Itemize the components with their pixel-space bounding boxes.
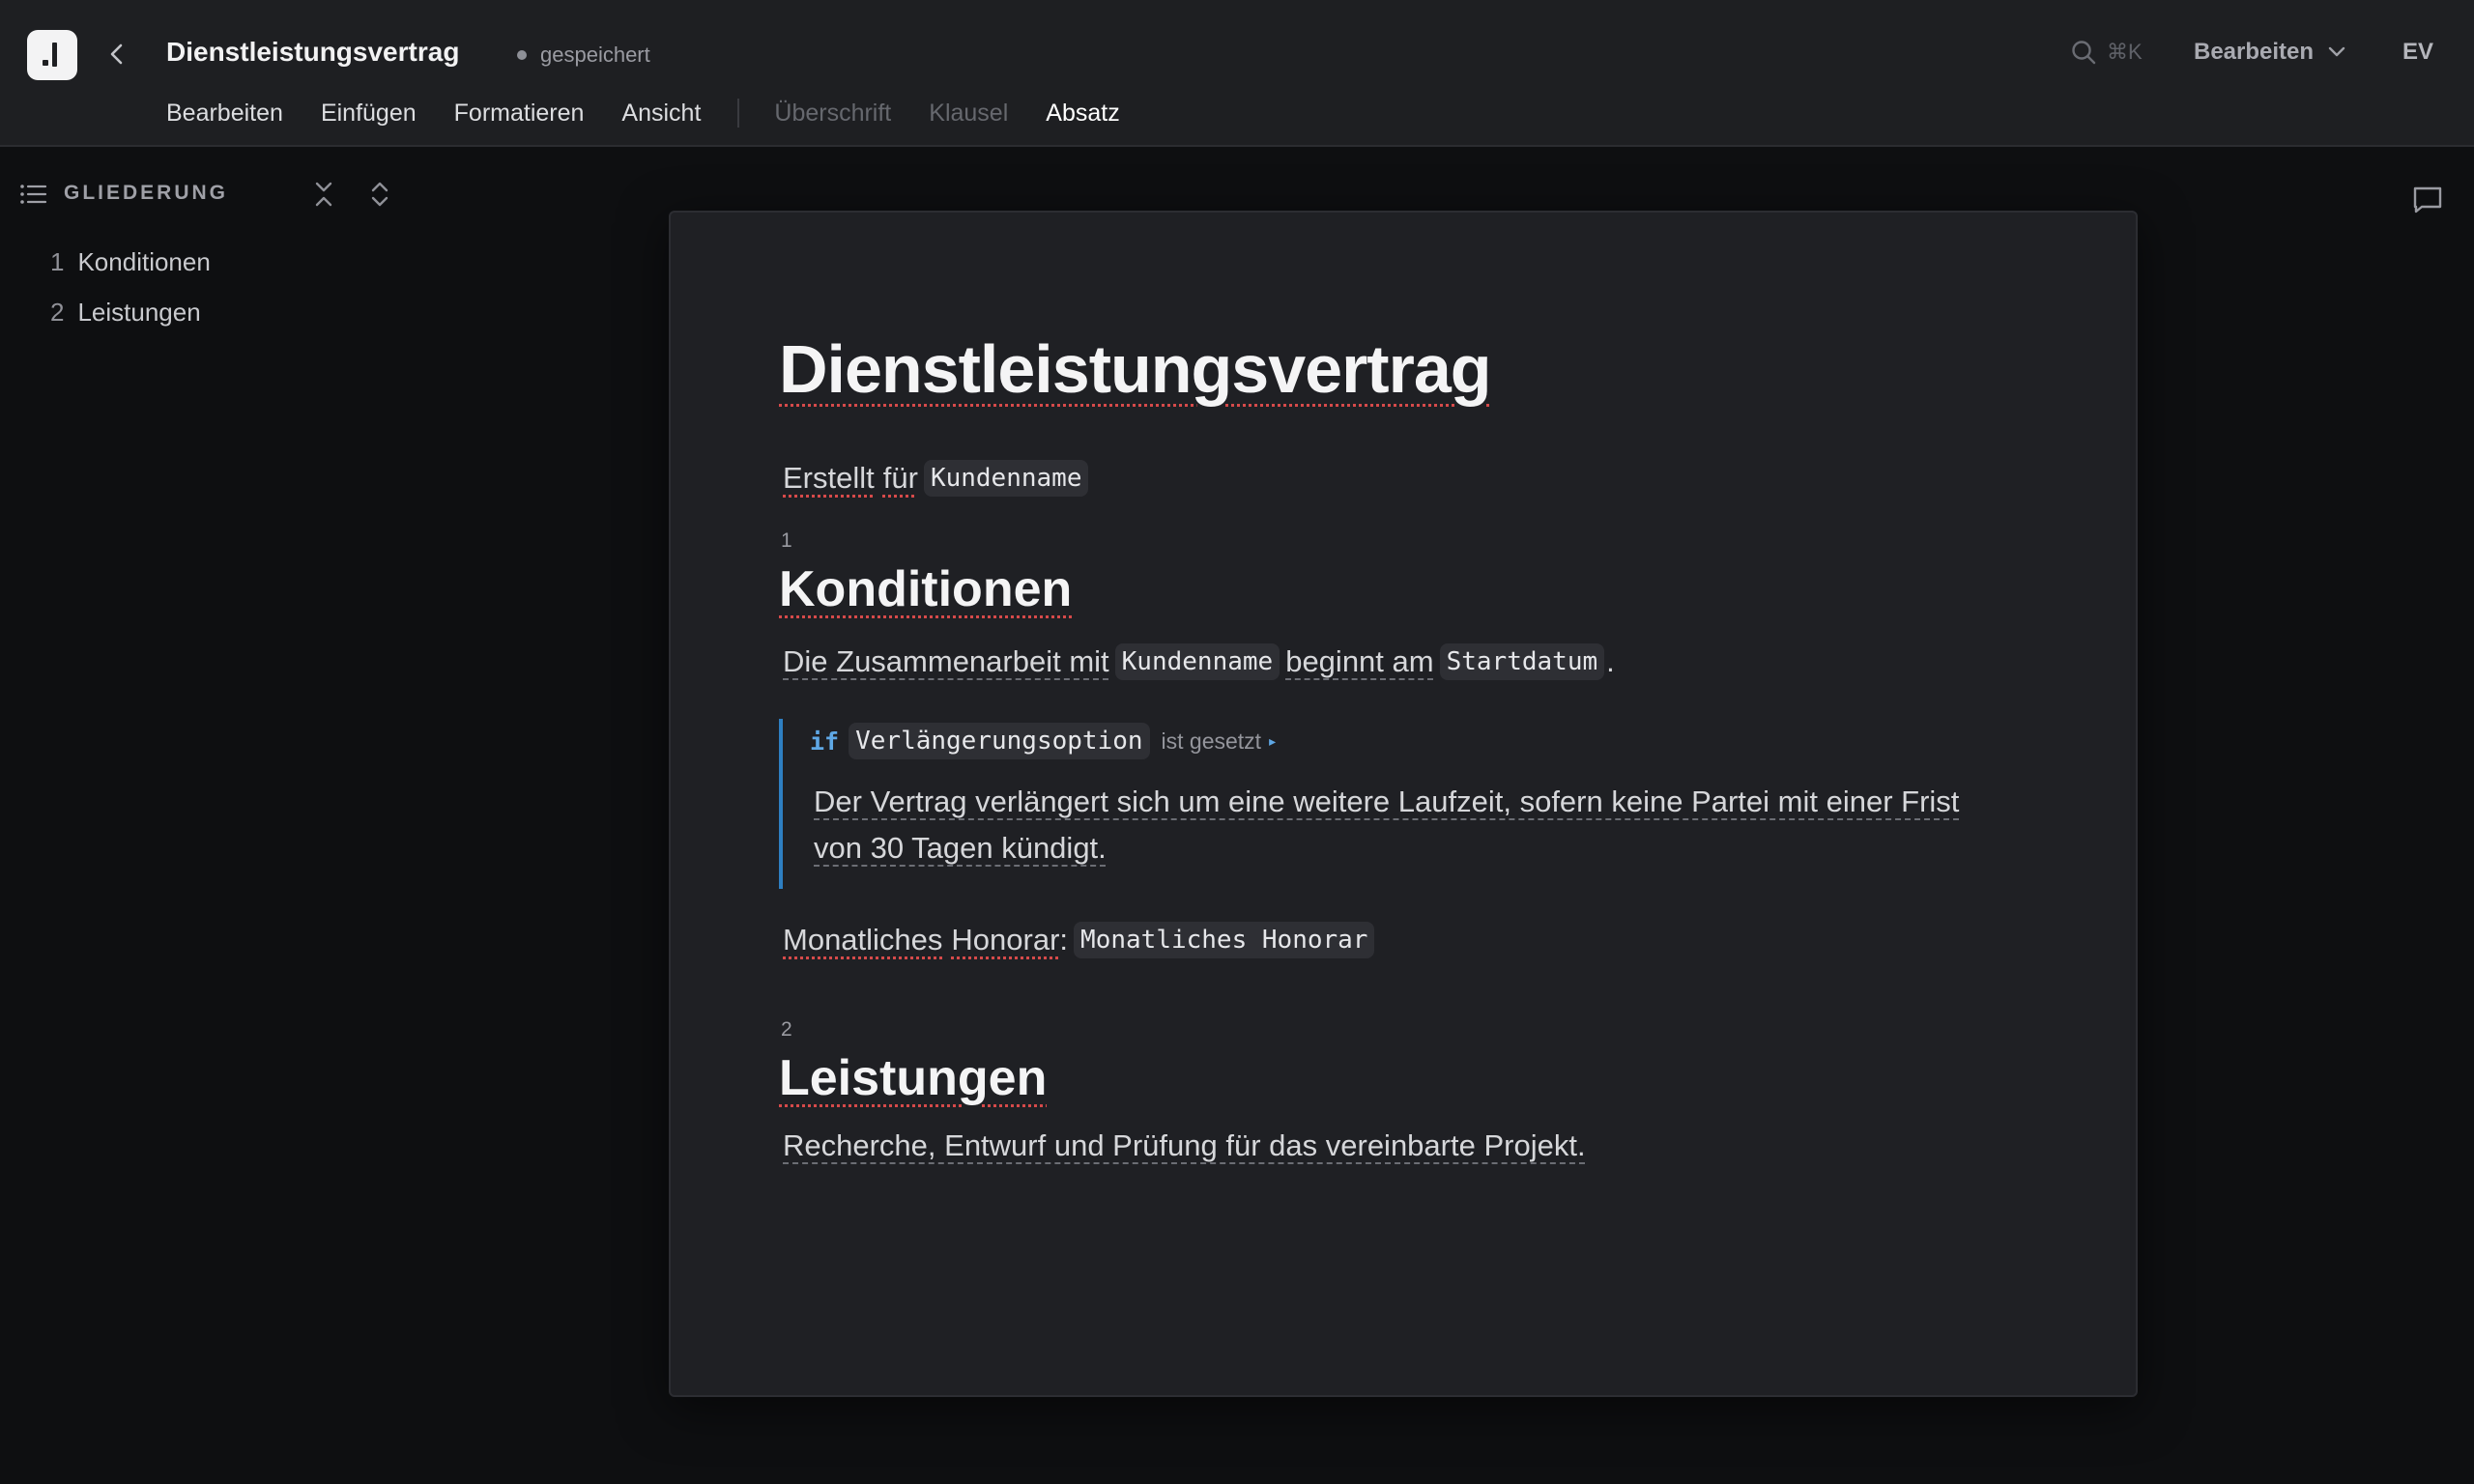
search-shortcut: ⌘K bbox=[2107, 40, 2143, 64]
menu-divider bbox=[737, 99, 740, 128]
user-avatar[interactable]: EV bbox=[2402, 39, 2433, 66]
variable-chip-verlaengerungsoption[interactable]: Verlängerungsoption bbox=[849, 723, 1150, 759]
outline-item-label: Leistungen bbox=[77, 298, 201, 327]
terms-text-3: . bbox=[1606, 644, 1615, 678]
fee-colon: : bbox=[1059, 923, 1069, 956]
search-icon bbox=[2072, 41, 2096, 65]
section-heading-leistungen[interactable]: Leistungen bbox=[779, 1049, 1047, 1107]
save-status-label: gespeichert bbox=[540, 43, 650, 67]
condition-body-text: Der Vertrag verlängert sich um eine weit… bbox=[814, 785, 1960, 865]
variable-chip-kundenname[interactable]: Kundenname bbox=[923, 460, 1089, 497]
block-type-klausel[interactable]: Klausel bbox=[929, 100, 1008, 128]
condition-operator[interactable]: ist gesetzt bbox=[1162, 728, 1262, 755]
app-logo-icon[interactable] bbox=[27, 30, 77, 80]
outline-item-konditionen[interactable]: 1 Konditionen bbox=[50, 247, 211, 298]
menu-formatieren[interactable]: Formatieren bbox=[454, 100, 585, 128]
menu-bar: Bearbeiten Einfügen Formatieren Ansicht … bbox=[166, 97, 1158, 129]
status-dot-icon bbox=[517, 50, 527, 60]
outline-header: GLIEDERUNG bbox=[19, 180, 406, 209]
terms-text-2: beginnt am bbox=[1285, 644, 1434, 678]
condition-header[interactable]: if Verlängerungsoption ist gesetzt ▸ bbox=[810, 723, 1276, 759]
fee-label-2: Honorar bbox=[951, 923, 1060, 956]
top-bar: Dienstleistungsvertrag gespeichert ⌘K Be… bbox=[0, 0, 2474, 147]
conditional-block[interactable]: if Verlängerungsoption ist gesetzt ▸ Der… bbox=[779, 719, 2000, 889]
outline-item-leistungen[interactable]: 2 Leistungen bbox=[50, 298, 211, 348]
document-title[interactable]: Dienstleistungsvertrag bbox=[166, 37, 459, 68]
document-heading[interactable]: Dienstleistungsvertrag bbox=[779, 330, 1492, 408]
section-number: 2 bbox=[781, 1018, 792, 1041]
list-icon bbox=[20, 185, 47, 204]
search-button[interactable]: ⌘K bbox=[2070, 39, 2143, 66]
variable-chip-kundenname[interactable]: Kundenname bbox=[1114, 643, 1280, 680]
triangle-right-icon[interactable]: ▸ bbox=[1269, 733, 1276, 750]
section-number: 1 bbox=[781, 529, 792, 552]
intro-text-1: Erstellt bbox=[783, 461, 875, 495]
mode-dropdown-label: Bearbeiten bbox=[2194, 39, 2315, 65]
comments-button[interactable] bbox=[2410, 184, 2445, 221]
collapse-all-icon bbox=[315, 182, 332, 207]
expand-all-icon bbox=[371, 182, 388, 207]
condition-keyword: if bbox=[810, 727, 840, 756]
chevron-down-icon bbox=[2328, 46, 2345, 57]
chevron-left-icon bbox=[110, 43, 123, 65]
condition-body[interactable]: Der Vertrag verlängert sich um eine weit… bbox=[814, 779, 2002, 871]
collapse-all-button[interactable] bbox=[313, 180, 334, 214]
outline-list: 1 Konditionen 2 Leistungen bbox=[50, 247, 211, 348]
block-type-absatz[interactable]: Absatz bbox=[1046, 100, 1119, 128]
menu-einfuegen[interactable]: Einfügen bbox=[321, 100, 417, 128]
menu-bearbeiten[interactable]: Bearbeiten bbox=[166, 100, 283, 128]
section-heading-konditionen[interactable]: Konditionen bbox=[779, 560, 1072, 618]
document-page[interactable]: Dienstleistungsvertrag Erstellt für Kund… bbox=[669, 211, 2138, 1397]
services-paragraph[interactable]: Recherche, Entwurf und Prüfung für das v… bbox=[783, 1128, 1586, 1163]
save-status: gespeichert bbox=[517, 43, 650, 68]
services-text: Recherche, Entwurf und Prüfung für das v… bbox=[783, 1128, 1586, 1162]
outline-item-number: 2 bbox=[50, 298, 65, 327]
intro-paragraph[interactable]: Erstellt für Kundenname bbox=[783, 460, 1094, 497]
outline-item-label: Konditionen bbox=[77, 247, 211, 276]
outline-title: GLIEDERUNG bbox=[64, 182, 229, 204]
comment-icon bbox=[2413, 186, 2442, 214]
intro-text-2: für bbox=[882, 461, 918, 495]
block-type-ueberschrift[interactable]: Überschrift bbox=[774, 100, 891, 128]
fee-paragraph[interactable]: Monatliches Honorar : Monatliches Honora… bbox=[783, 922, 1380, 958]
mode-dropdown[interactable]: Bearbeiten bbox=[2194, 39, 2346, 66]
variable-chip-startdatum[interactable]: Startdatum bbox=[1439, 643, 1605, 680]
outline-item-number: 1 bbox=[50, 247, 65, 276]
expand-all-button[interactable] bbox=[369, 180, 390, 214]
fee-label-1: Monatliches bbox=[783, 923, 943, 956]
terms-paragraph[interactable]: Die Zusammenarbeit mit Kundenname beginn… bbox=[783, 643, 1615, 680]
back-button[interactable] bbox=[101, 38, 133, 71]
menu-ansicht[interactable]: Ansicht bbox=[621, 100, 701, 128]
terms-text-1: Die Zusammenarbeit mit bbox=[783, 644, 1109, 678]
variable-chip-monatliches-honorar[interactable]: Monatliches Honorar bbox=[1074, 922, 1375, 958]
